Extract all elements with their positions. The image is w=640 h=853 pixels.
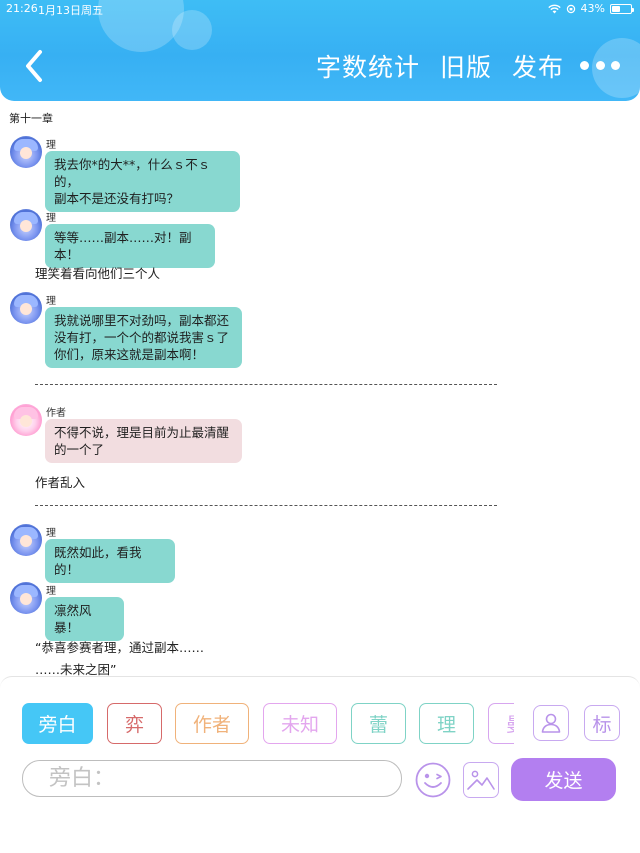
avatar[interactable] — [10, 292, 42, 324]
image-button[interactable] — [463, 762, 499, 798]
battery-icon — [610, 3, 634, 14]
role-chip[interactable]: 理 — [419, 703, 474, 744]
speaker-name: 理 — [46, 296, 56, 307]
decorative-bubble-small — [172, 10, 212, 50]
message-line: 你们，原来这就是副本啊！ — [54, 347, 205, 362]
message-bubble[interactable]: 等等……副本……对！副本！ — [45, 224, 215, 268]
avatar[interactable] — [10, 136, 42, 168]
tag-button[interactable]: 标 — [584, 705, 620, 741]
old-version-button[interactable]: 旧版 — [440, 48, 492, 84]
message-bubble[interactable]: 我就说哪里不对劲吗，副本都还 没有打，一个个的都说我害ｓ了 你们，原来这就是副本… — [45, 307, 242, 368]
avatar-face — [20, 220, 32, 232]
top-app-bar: 21:26 1月13日周五 43% 字数统计 旧版 发布 — [0, 0, 640, 101]
avatar-face — [20, 593, 32, 605]
speaker-name: 理 — [46, 213, 56, 224]
more-dot — [611, 60, 620, 70]
narration-text[interactable]: 作者乱入 — [35, 472, 85, 491]
role-chip[interactable]: 蕾 — [351, 703, 406, 744]
divider-line[interactable] — [35, 384, 497, 385]
more-dot — [595, 60, 605, 70]
chat-area[interactable]: 第十一章 理 我去你*的大**，什么ｓ不ｓ的， 副本不是还没有打吗？ 理 等等…… — [0, 101, 640, 676]
message-line: 等等……副本……对！副本！ — [54, 230, 192, 262]
message-bubble[interactable]: 不得不说，理是目前为止最清醒 的一个了 — [45, 419, 242, 463]
role-chip[interactable]: 弈 — [107, 703, 162, 744]
avatar[interactable] — [10, 582, 42, 614]
speaker-name: 作者 — [46, 408, 66, 419]
role-chip[interactable]: 曼 — [488, 703, 514, 744]
speaker-name: 理 — [46, 140, 56, 151]
role-chip-author[interactable]: 作者 — [175, 703, 249, 744]
status-indicators: 43% — [547, 2, 634, 15]
avatar[interactable] — [10, 209, 42, 241]
back-button[interactable] — [16, 44, 54, 88]
avatar[interactable] — [10, 404, 42, 436]
wifi-icon — [547, 4, 561, 13]
send-button[interactable]: 发送 — [511, 758, 616, 801]
narration-text[interactable]: ……未来之困” — [35, 659, 116, 676]
header-actions: 字数统计 旧版 发布 — [316, 48, 564, 84]
chapter-title: 第十一章 — [9, 112, 53, 125]
more-button[interactable] — [580, 56, 620, 74]
narration-text[interactable]: 理笑着看向他们三个人 — [35, 263, 160, 282]
message-line: 既然如此，看我的！ — [54, 545, 142, 577]
message-line: 副本不是还没有打吗？ — [54, 191, 180, 206]
speaker-name: 理 — [46, 586, 56, 597]
status-time: 21:26 — [6, 2, 38, 15]
divider-line[interactable] — [35, 505, 497, 506]
user-manage-icon — [541, 713, 561, 733]
word-count-button[interactable]: 字数统计 — [316, 48, 420, 84]
battery-fill — [612, 5, 620, 12]
avatar-face — [20, 415, 32, 427]
message-input[interactable] — [22, 760, 402, 797]
status-bar: 21:26 1月13日周五 43% — [0, 0, 640, 17]
compose-panel: 旁白 弈 作者 未知 蕾 理 曼 标 发送 — [0, 676, 640, 853]
role-chip-narrator[interactable]: 旁白 — [22, 703, 93, 744]
message-line: 不得不说，理是目前为止最清醒 — [54, 425, 230, 440]
message-line: 没有打，一个个的都说我害ｓ了 — [54, 330, 230, 345]
role-manage-button[interactable] — [533, 705, 569, 741]
message-line: 的一个了 — [54, 442, 105, 457]
image-icon — [467, 770, 495, 790]
battery-percent: 43% — [580, 2, 605, 15]
chevron-left-icon — [26, 50, 42, 82]
more-dot — [580, 60, 589, 70]
orientation-lock-icon — [566, 4, 575, 13]
emoji-button[interactable] — [414, 761, 452, 799]
narration-text[interactable]: “恭喜参赛者理，通过副本…… — [35, 637, 204, 656]
avatar-face — [20, 303, 32, 315]
message-bubble[interactable]: 凛然风暴！ — [45, 597, 124, 641]
message-line: 我去你*的大**，什么ｓ不ｓ的， — [54, 157, 211, 189]
message-bubble[interactable]: 既然如此，看我的！ — [45, 539, 175, 583]
message-line: 凛然风暴！ — [54, 603, 92, 635]
status-date: 1月13日周五 — [38, 4, 103, 17]
tag-label: 标 — [592, 713, 612, 736]
avatar-face — [20, 147, 32, 159]
message-line: 我就说哪里不对劲吗，副本都还 — [54, 313, 230, 328]
publish-button[interactable]: 发布 — [512, 48, 564, 84]
speaker-name: 理 — [46, 528, 56, 539]
message-bubble[interactable]: 我去你*的大**，什么ｓ不ｓ的， 副本不是还没有打吗？ — [45, 151, 240, 212]
avatar[interactable] — [10, 524, 42, 556]
role-chip-unknown[interactable]: 未知 — [263, 703, 337, 744]
avatar-face — [20, 535, 32, 547]
role-selector[interactable]: 旁白 弈 作者 未知 蕾 理 曼 — [22, 703, 514, 745]
emoji-icon — [415, 762, 451, 798]
